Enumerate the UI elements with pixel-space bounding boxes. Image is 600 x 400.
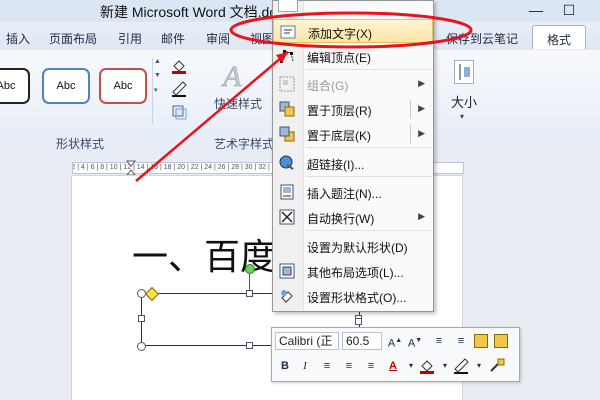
annotation-overlay bbox=[135, 11, 473, 182]
highlight-ellipse bbox=[229, 11, 473, 49]
annotation-arrow bbox=[135, 51, 289, 182]
